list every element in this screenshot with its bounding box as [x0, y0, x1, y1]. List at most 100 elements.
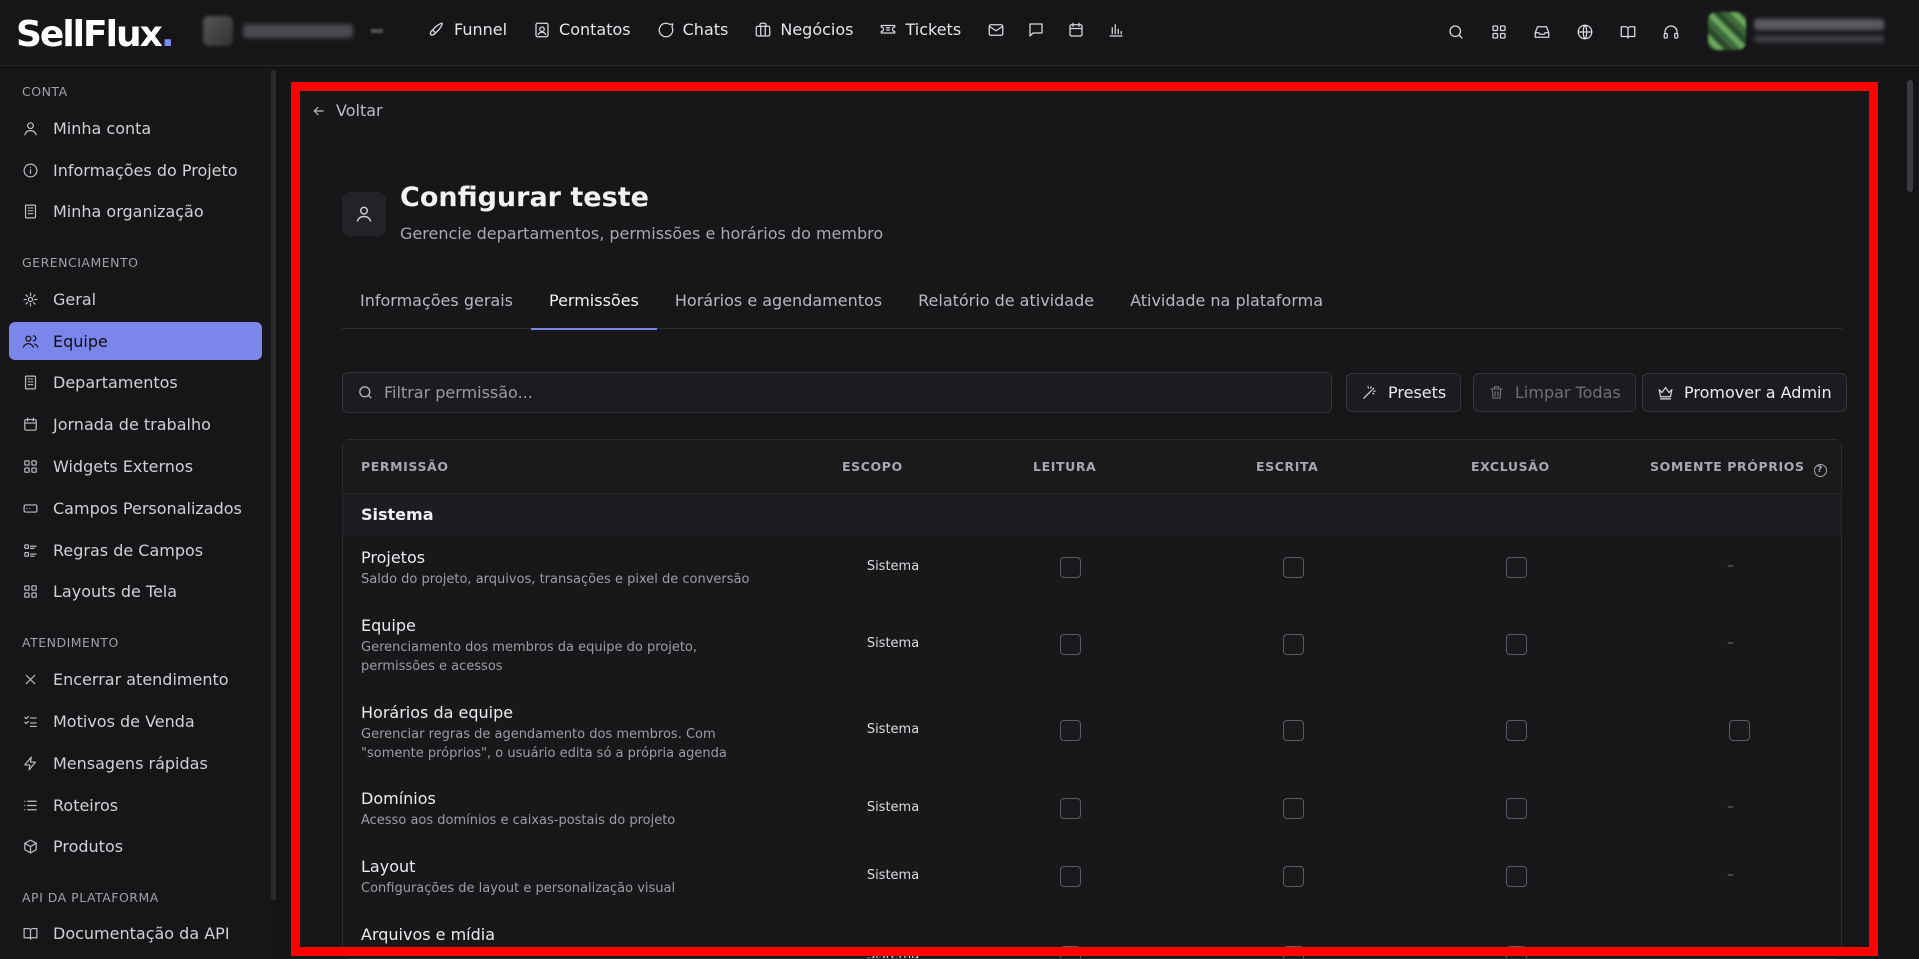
delete-checkbox[interactable] [1506, 866, 1527, 887]
nav-calendar[interactable] [1067, 21, 1085, 39]
sidebar-item-departamentos[interactable]: Departamentos [9, 363, 262, 401]
table-row: Layout Configurações de layout e persona… [343, 843, 1841, 911]
sidebar-scrollbar[interactable] [271, 70, 276, 900]
sidebar-item-layouts[interactable]: Layouts de Tela [9, 572, 262, 610]
read-checkbox[interactable] [1060, 798, 1081, 819]
nav-reports[interactable] [1107, 21, 1125, 39]
ticket-icon [879, 21, 897, 39]
write-checkbox[interactable] [1283, 557, 1304, 578]
sidebar-item-label: Jornada de trabalho [53, 414, 211, 434]
write-checkbox[interactable] [1283, 634, 1304, 655]
sidebar-item-label: Equipe [53, 331, 108, 351]
arrow-left-icon [313, 106, 324, 115]
info-icon [23, 163, 38, 177]
tab-atividade[interactable]: Atividade na plataforma [1112, 285, 1341, 329]
sidebar-item-info-projeto[interactable]: Informações do Projeto [9, 151, 262, 189]
nav-messages[interactable] [1027, 21, 1045, 39]
clear-all-button[interactable]: Limpar Todas [1473, 373, 1636, 412]
own-only-na: – [1727, 867, 1734, 883]
user-menu[interactable] [1708, 12, 1884, 50]
filter-input[interactable] [384, 383, 1284, 402]
page-scrollbar[interactable] [1907, 80, 1913, 192]
inbox-icon[interactable] [1533, 23, 1554, 44]
magic-wand-icon [1363, 386, 1376, 399]
sidebar-item-label: Layouts de Tela [53, 581, 178, 601]
contacts-icon [533, 21, 551, 39]
back-link[interactable]: Voltar [311, 101, 383, 120]
presets-button[interactable]: Presets [1346, 373, 1462, 412]
member-avatar [342, 192, 386, 236]
sidebar-item-label: Minha organização [53, 201, 204, 221]
read-checkbox[interactable] [1060, 866, 1081, 887]
nav-negocios[interactable]: Negócios [754, 20, 853, 39]
sidebar-item-encerrar[interactable]: Encerrar atendimento [9, 660, 262, 698]
row-scope: Sistema [866, 948, 920, 959]
nav-chats[interactable]: Chats [657, 20, 728, 39]
row-description: Gerenciar regras de agendamento dos memb… [361, 727, 727, 761]
write-checkbox[interactable] [1283, 798, 1304, 819]
write-checkbox[interactable] [1283, 946, 1304, 958]
tab-horarios[interactable]: Horários e agendamentos [657, 285, 900, 329]
globe-icon[interactable] [1576, 23, 1597, 44]
own-only-checkbox[interactable] [1729, 720, 1750, 741]
tab-relatorio[interactable]: Relatório de atividade [900, 285, 1112, 329]
help-icon[interactable]: ? [1813, 464, 1827, 477]
header-own-only: SOMENTE PRÓPRIOS ? [1650, 459, 1827, 477]
project-name-redacted [243, 24, 353, 38]
read-checkbox[interactable] [1060, 557, 1081, 578]
delete-checkbox[interactable] [1506, 634, 1527, 655]
avatar [1708, 12, 1746, 50]
sidebar-item-motivos[interactable]: Motivos de Venda [9, 702, 262, 740]
sidebar-item-minha-conta[interactable]: Minha conta [9, 109, 262, 147]
project-avatar [203, 16, 233, 46]
delete-checkbox[interactable] [1506, 720, 1527, 741]
users-icon [22, 334, 39, 348]
sidebar-item-campos[interactable]: Campos Personalizados [9, 489, 262, 527]
nav-contatos[interactable]: Contatos [533, 20, 631, 39]
project-selector[interactable] [203, 16, 383, 46]
box-icon [24, 839, 37, 853]
grid-icon [24, 459, 37, 473]
table-row: Projetos Saldo do projeto, arquivos, tra… [343, 535, 1841, 603]
headset-icon[interactable] [1662, 23, 1683, 44]
permission-filter [342, 372, 1332, 413]
sidebar-item-documentacao[interactable]: Documentação da API [9, 914, 262, 952]
zap-icon [24, 756, 37, 770]
promote-admin-button[interactable]: Promover a Admin [1642, 373, 1847, 412]
header-own-only-label: SOMENTE PRÓPRIOS [1650, 459, 1805, 474]
write-checkbox[interactable] [1283, 720, 1304, 741]
tabs: Informações gerais Permissões Horários e… [342, 285, 1842, 330]
sidebar-item-widgets[interactable]: Widgets Externos [9, 447, 262, 485]
apps-icon[interactable] [1490, 23, 1511, 44]
tab-permissoes[interactable]: Permissões [530, 285, 657, 330]
nav-mail[interactable] [987, 21, 1005, 39]
row-name: Horários da equipe [361, 703, 514, 722]
delete-checkbox[interactable] [1506, 946, 1527, 958]
sidebar-item-equipe[interactable]: Equipe [9, 322, 262, 360]
sidebar-item-jornada[interactable]: Jornada de trabalho [9, 405, 262, 443]
sidebar-item-minha-organizacao[interactable]: Minha organização [9, 192, 262, 230]
sidebar-item-mensagens[interactable]: Mensagens rápidas [9, 744, 262, 782]
nav-tickets[interactable]: Tickets [879, 20, 961, 39]
sidebar-item-geral[interactable]: Geral [9, 280, 262, 318]
read-checkbox[interactable] [1060, 946, 1081, 958]
delete-checkbox[interactable] [1506, 557, 1527, 578]
write-checkbox[interactable] [1283, 866, 1304, 887]
search-icon[interactable] [1447, 23, 1468, 44]
read-checkbox[interactable] [1060, 720, 1081, 741]
tab-informacoes-gerais[interactable]: Informações gerais [342, 285, 531, 329]
top-right-icons [1447, 23, 1683, 44]
sidebar-item-produtos[interactable]: Produtos [9, 827, 262, 865]
book-icon[interactable] [1619, 23, 1640, 44]
nav-funnel-label: Funnel [454, 20, 508, 39]
sidebar-item-regras[interactable]: Regras de Campos [9, 531, 262, 569]
sidebar-item-roteiros[interactable]: Roteiros [9, 786, 262, 824]
gear-icon [23, 292, 38, 306]
nav-negocios-label: Negócios [780, 20, 854, 39]
input-icon [23, 503, 38, 513]
read-checkbox[interactable] [1060, 634, 1081, 655]
sellflux-logo[interactable]: SellFlux. [16, 14, 174, 55]
delete-checkbox[interactable] [1506, 798, 1527, 819]
book-icon [23, 927, 38, 940]
nav-funnel[interactable]: Funnel [428, 20, 507, 39]
